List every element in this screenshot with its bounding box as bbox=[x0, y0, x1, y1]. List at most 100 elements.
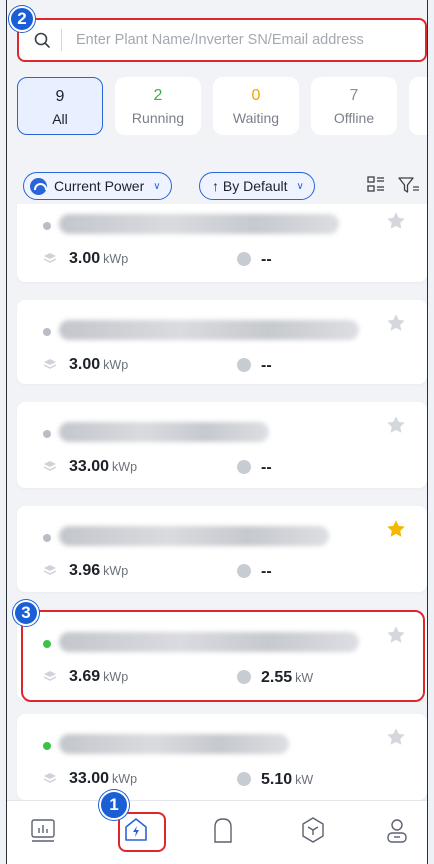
tab-count: 0 bbox=[251, 87, 261, 104]
filter-icon[interactable] bbox=[398, 175, 420, 195]
power-value: -- bbox=[261, 357, 272, 374]
status-dot bbox=[43, 742, 51, 750]
sort-field-label: Current Power bbox=[54, 178, 145, 194]
status-dot bbox=[43, 222, 51, 230]
power-icon bbox=[237, 358, 251, 372]
capacity-row: 3.69 kWp bbox=[43, 668, 128, 686]
capacity-icon bbox=[43, 563, 57, 575]
capacity-unit: kWp bbox=[103, 564, 129, 578]
sort-order-label: ↑ By Default bbox=[212, 178, 288, 194]
capacity-value: 33.00 bbox=[69, 770, 110, 787]
power-value: 2.55 bbox=[261, 669, 293, 686]
capacity-row: 33.00 kWp bbox=[43, 458, 137, 476]
capacity-icon bbox=[43, 771, 57, 783]
capacity-row: 3.96 kWp bbox=[43, 562, 128, 580]
capacity-icon bbox=[43, 251, 57, 263]
sort-field-dropdown[interactable]: Current Power ∨ bbox=[23, 172, 172, 200]
power-value: -- bbox=[261, 251, 272, 268]
status-dot bbox=[43, 640, 51, 648]
tab-label: All bbox=[52, 111, 68, 127]
capacity-row: 3.00 kWp bbox=[43, 356, 128, 374]
power-value: 5.10 bbox=[261, 771, 293, 788]
favorite-star-icon[interactable] bbox=[385, 414, 407, 436]
search-input[interactable] bbox=[76, 32, 406, 48]
plant-name-redacted bbox=[59, 632, 359, 652]
plant-card[interactable]: 3.00 kWp -- bbox=[17, 300, 427, 384]
search-bar[interactable] bbox=[17, 18, 427, 62]
capacity-unit: kWp bbox=[103, 358, 129, 372]
capacity-row: 33.00 kWp bbox=[43, 770, 137, 788]
tab-offline[interactable]: 7 Offline bbox=[311, 77, 397, 135]
tab-count: 2 bbox=[153, 87, 163, 104]
tab-count: 9 bbox=[55, 88, 65, 105]
status-dot bbox=[43, 328, 51, 336]
favorite-star-icon[interactable] bbox=[385, 726, 407, 748]
sort-order-dropdown[interactable]: ↑ By Default ∨ bbox=[199, 172, 315, 200]
power-icon bbox=[237, 772, 251, 786]
floating-handle[interactable] bbox=[427, 680, 428, 724]
capacity-icon bbox=[43, 459, 57, 471]
capacity-icon bbox=[43, 669, 57, 681]
chevron-down-icon: ∨ bbox=[296, 180, 304, 192]
capacity-value: 33.00 bbox=[69, 458, 110, 475]
power-unit: kW bbox=[295, 773, 314, 787]
power-icon bbox=[237, 252, 251, 266]
plant-name-redacted bbox=[59, 526, 329, 546]
plant-card[interactable]: 33.00 kWp -- bbox=[17, 402, 427, 488]
plant-name-redacted bbox=[59, 214, 339, 234]
plant-card[interactable]: 3.69 kWp 2.55 kW bbox=[17, 612, 427, 700]
status-tabs: 9 All 2 Running 0 Waiting 7 Offline bbox=[17, 77, 427, 135]
chart-icon[interactable] bbox=[29, 815, 57, 845]
favorite-star-icon[interactable] bbox=[385, 518, 407, 540]
capacity-value: 3.96 bbox=[69, 562, 101, 579]
chevron-down-icon: ∨ bbox=[153, 180, 161, 192]
power-row: 2.55 kW bbox=[237, 668, 313, 687]
capacity-unit: kWp bbox=[103, 670, 129, 684]
capacity-unit: kWp bbox=[112, 460, 138, 474]
tab-label: Running bbox=[131, 110, 185, 126]
status-dot bbox=[43, 430, 51, 438]
capacity-value: 3.00 bbox=[69, 250, 101, 267]
annotation-badge-1: 1 bbox=[99, 790, 129, 820]
power-row: -- bbox=[237, 458, 275, 477]
tab-label: Waiting bbox=[232, 110, 280, 126]
capacity-icon bbox=[43, 357, 57, 369]
plant-card[interactable]: 3.96 kWp -- bbox=[17, 506, 427, 592]
favorite-star-icon[interactable] bbox=[385, 312, 407, 334]
cube-icon[interactable] bbox=[299, 815, 327, 845]
list-view-icon[interactable] bbox=[367, 175, 385, 195]
power-row: -- bbox=[237, 356, 275, 375]
power-unit: kW bbox=[295, 671, 314, 685]
app-screen: 9 All 2 Running 0 Waiting 7 Offline Curr… bbox=[6, 0, 428, 864]
capacity-value: 3.69 bbox=[69, 668, 101, 685]
power-icon bbox=[237, 564, 251, 578]
plant-name-redacted bbox=[59, 422, 269, 442]
capacity-unit: kWp bbox=[103, 252, 129, 266]
bottom-nav bbox=[7, 800, 427, 864]
tab-more[interactable] bbox=[409, 77, 427, 135]
tab-running[interactable]: 2 Running bbox=[115, 77, 201, 135]
power-row: -- bbox=[237, 562, 275, 581]
favorite-star-icon[interactable] bbox=[385, 624, 407, 646]
power-row: -- bbox=[237, 250, 275, 269]
capacity-row: 3.00 kWp bbox=[43, 250, 128, 268]
power-value: -- bbox=[261, 563, 272, 580]
power-gauge-icon bbox=[30, 177, 47, 195]
plant-card[interactable]: 3.00 kWp -- bbox=[17, 204, 427, 282]
power-icon bbox=[237, 460, 251, 474]
tab-count: 7 bbox=[349, 87, 359, 104]
tab-all[interactable]: 9 All bbox=[17, 77, 103, 135]
tab-label: Offline bbox=[333, 110, 375, 126]
device-icon[interactable] bbox=[209, 815, 237, 845]
power-row: 5.10 kW bbox=[237, 770, 313, 789]
profile-icon[interactable] bbox=[383, 815, 411, 845]
power-icon bbox=[237, 670, 251, 684]
favorite-star-icon[interactable] bbox=[385, 210, 407, 232]
search-divider bbox=[61, 29, 62, 51]
tab-waiting[interactable]: 0 Waiting bbox=[213, 77, 299, 135]
capacity-unit: kWp bbox=[112, 772, 138, 786]
status-dot bbox=[43, 534, 51, 542]
nav-highlight-box bbox=[118, 812, 166, 852]
plant-card[interactable]: 33.00 kWp 5.10 kW bbox=[17, 714, 427, 800]
power-value: -- bbox=[261, 459, 272, 476]
